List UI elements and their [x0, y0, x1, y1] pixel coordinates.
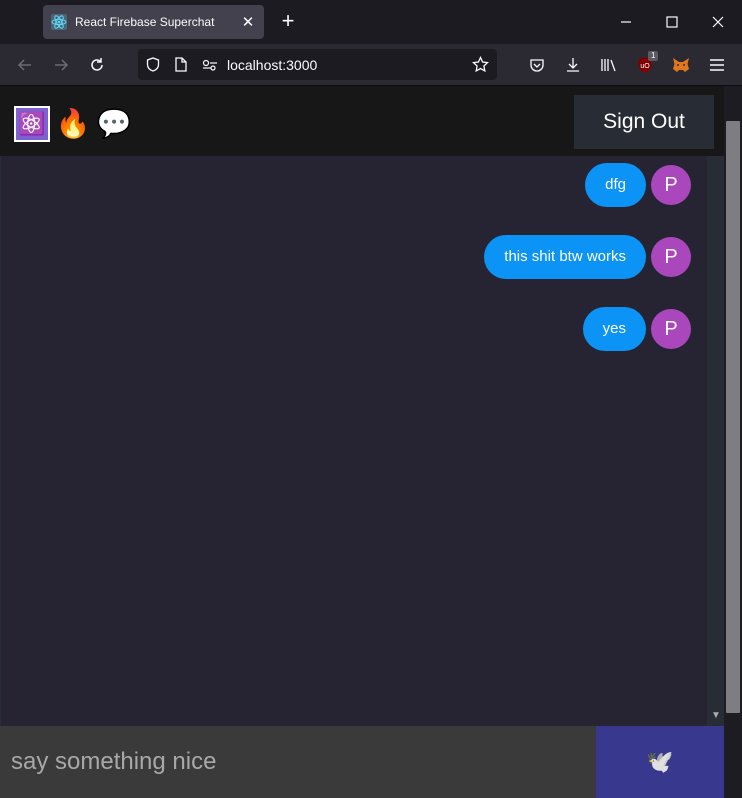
avatar: P	[651, 165, 691, 205]
reload-icon[interactable]	[85, 53, 109, 77]
message-input[interactable]	[0, 726, 596, 798]
avatar: P	[651, 237, 691, 277]
navigation-toolbar: localhost:3000 uO 1	[0, 44, 742, 86]
pocket-icon[interactable]	[525, 53, 549, 77]
permissions-icon[interactable]	[202, 59, 218, 71]
chat-message: this shit btw works P	[484, 235, 691, 279]
app-header: ⚛️ 🔥 💬 Sign Out	[0, 86, 724, 156]
close-tab-icon[interactable]: ✕	[240, 13, 256, 31]
dove-icon: 🕊️	[646, 749, 674, 774]
downloads-icon[interactable]	[561, 53, 585, 77]
message-list[interactable]: dfg P this shit btw works P yes P	[1, 156, 707, 726]
tab-strip: React Firebase Superchat ✕ +	[0, 0, 742, 44]
speech-bubble-icon: 💬	[96, 108, 132, 139]
metamask-fox-icon[interactable]	[669, 53, 693, 77]
sign-out-button[interactable]: Sign Out	[574, 95, 714, 149]
url-bar[interactable]: localhost:3000	[138, 49, 497, 80]
close-window-icon[interactable]	[706, 10, 730, 34]
avatar: P	[651, 309, 691, 349]
send-button[interactable]: 🕊️	[596, 726, 724, 798]
chat-message: dfg P	[585, 163, 691, 207]
scrollbar-thumb[interactable]	[726, 121, 740, 713]
shield-icon[interactable]	[146, 57, 160, 72]
page-icon[interactable]	[175, 57, 187, 72]
forward-icon[interactable]	[49, 53, 73, 77]
bookmark-star-icon[interactable]	[472, 56, 489, 73]
chat-message: yes P	[582, 307, 691, 351]
page-content: ⚛️ 🔥 💬 Sign Out dfg P this shit btw work…	[0, 86, 742, 798]
tab-title: React Firebase Superchat	[75, 15, 215, 29]
page-scrollbar[interactable]	[724, 86, 742, 726]
tab-react-firebase-superchat[interactable]: React Firebase Superchat ✕	[43, 5, 264, 39]
back-icon[interactable]	[13, 53, 37, 77]
chevron-down-icon[interactable]: ▼	[711, 710, 721, 721]
minimize-icon[interactable]	[614, 10, 638, 34]
scrollbar-track-end	[724, 726, 742, 798]
message-bubble: dfg	[585, 163, 646, 207]
ublock-count-badge: 1	[648, 51, 659, 61]
message-form: 🕊️	[0, 726, 742, 798]
app-logo: ⚛️ 🔥 💬	[14, 106, 132, 142]
atom-icon: ⚛️	[14, 106, 50, 142]
new-tab-button[interactable]: +	[276, 10, 300, 34]
message-bubble: yes	[582, 307, 646, 351]
maximize-icon[interactable]	[660, 10, 684, 34]
url-text[interactable]: localhost:3000	[227, 57, 317, 73]
menu-icon[interactable]	[705, 53, 729, 77]
message-bubble: this shit btw works	[484, 235, 646, 279]
library-icon[interactable]	[597, 53, 621, 77]
fire-icon: 🔥	[55, 108, 91, 139]
react-icon	[51, 14, 67, 30]
svg-text:uO: uO	[640, 63, 650, 70]
